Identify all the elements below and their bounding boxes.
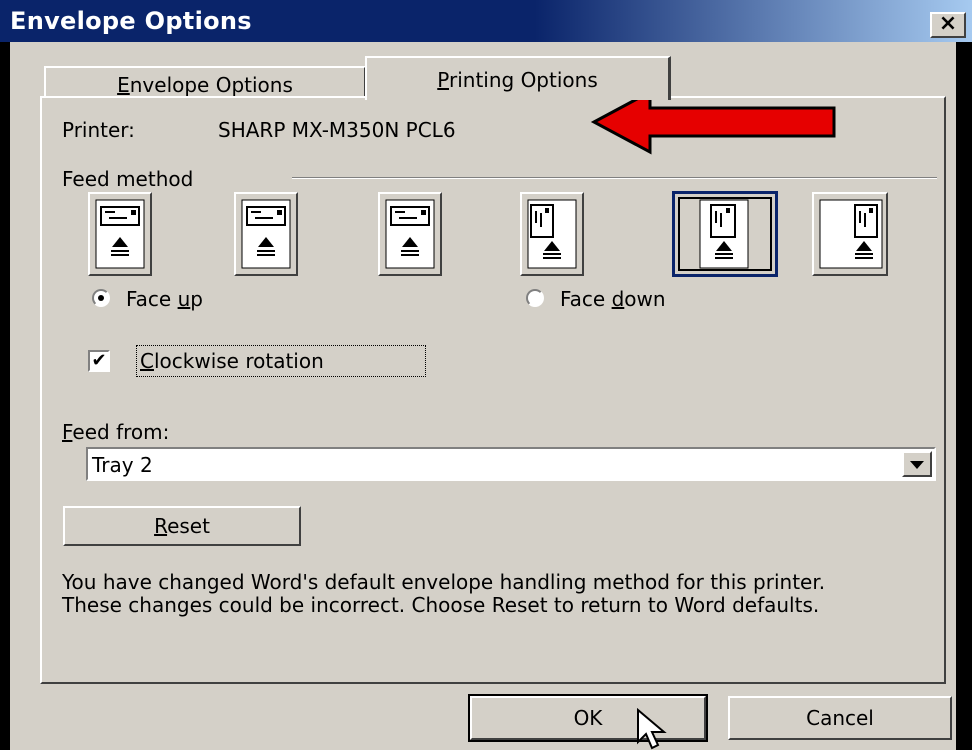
envelope-vertical-icon — [527, 199, 577, 269]
envelope-vertical-right-icon — [819, 199, 883, 269]
face-up-radio[interactable] — [92, 289, 110, 307]
face-down-radio[interactable] — [526, 289, 544, 307]
tab-label: Printing Options — [437, 68, 598, 92]
dropdown-button[interactable] — [902, 451, 932, 477]
feed-option-4[interactable] — [520, 192, 584, 276]
feed-from-label: Feed from: — [62, 420, 170, 444]
screen-edge-right — [956, 42, 972, 750]
close-button[interactable]: × — [930, 12, 966, 38]
mouse-cursor-icon — [637, 708, 667, 750]
tab-envelope-options[interactable]: Envelope Options — [44, 66, 366, 98]
radio-selected-dot — [98, 295, 104, 301]
message-line-1: You have changed Word's default envelope… — [62, 570, 826, 594]
window-title: Envelope Options — [10, 7, 252, 35]
face-up-label[interactable]: Face up — [126, 287, 203, 311]
cancel-button-label: Cancel — [806, 706, 874, 730]
ok-button-label: OK — [573, 706, 603, 730]
close-icon: × — [938, 11, 958, 36]
reset-button-label: Reset — [154, 514, 210, 538]
screen-edge — [0, 42, 10, 750]
feed-from-select[interactable]: Tray 2 — [86, 447, 936, 481]
info-message: You have changed Word's default envelope… — [62, 571, 922, 617]
envelope-horizontal-icon — [385, 199, 435, 269]
feed-option-1[interactable] — [88, 192, 152, 276]
feed-method-label: Feed method — [62, 167, 194, 191]
checkmark-icon: ✔ — [91, 350, 107, 371]
chevron-down-icon — [910, 461, 924, 469]
feed-option-3[interactable] — [378, 192, 442, 276]
cancel-button[interactable]: Cancel — [728, 696, 952, 740]
feed-option-5[interactable] — [672, 191, 778, 277]
arrow-icon — [590, 89, 836, 155]
feed-from-value: Tray 2 — [92, 453, 153, 477]
feed-option-2[interactable] — [234, 192, 298, 276]
tab-label: Envelope Options — [117, 73, 293, 97]
envelope-horizontal-icon — [241, 199, 291, 269]
reset-button[interactable]: Reset — [63, 506, 301, 546]
clockwise-rotation-checkbox[interactable]: ✔ — [88, 350, 110, 372]
feed-option-6[interactable] — [812, 192, 888, 276]
title-bar[interactable]: Envelope Options × — [0, 0, 972, 42]
clockwise-rotation-label[interactable]: Clockwise rotation — [140, 349, 324, 373]
printer-label: Printer: — [62, 118, 135, 142]
tab-printing-options[interactable]: Printing Options — [365, 56, 671, 100]
printer-name: SHARP MX-M350N PCL6 — [218, 118, 456, 142]
envelope-options-dialog: Envelope Options × Envelope Options Prin… — [0, 0, 972, 750]
envelope-horizontal-icon — [95, 199, 145, 269]
ok-button[interactable]: OK — [468, 694, 708, 742]
envelope-vertical-selected-icon — [699, 199, 749, 269]
group-divider — [292, 177, 937, 179]
message-line-2: These changes could be incorrect. Choose… — [62, 593, 820, 617]
face-down-label[interactable]: Face down — [560, 287, 666, 311]
